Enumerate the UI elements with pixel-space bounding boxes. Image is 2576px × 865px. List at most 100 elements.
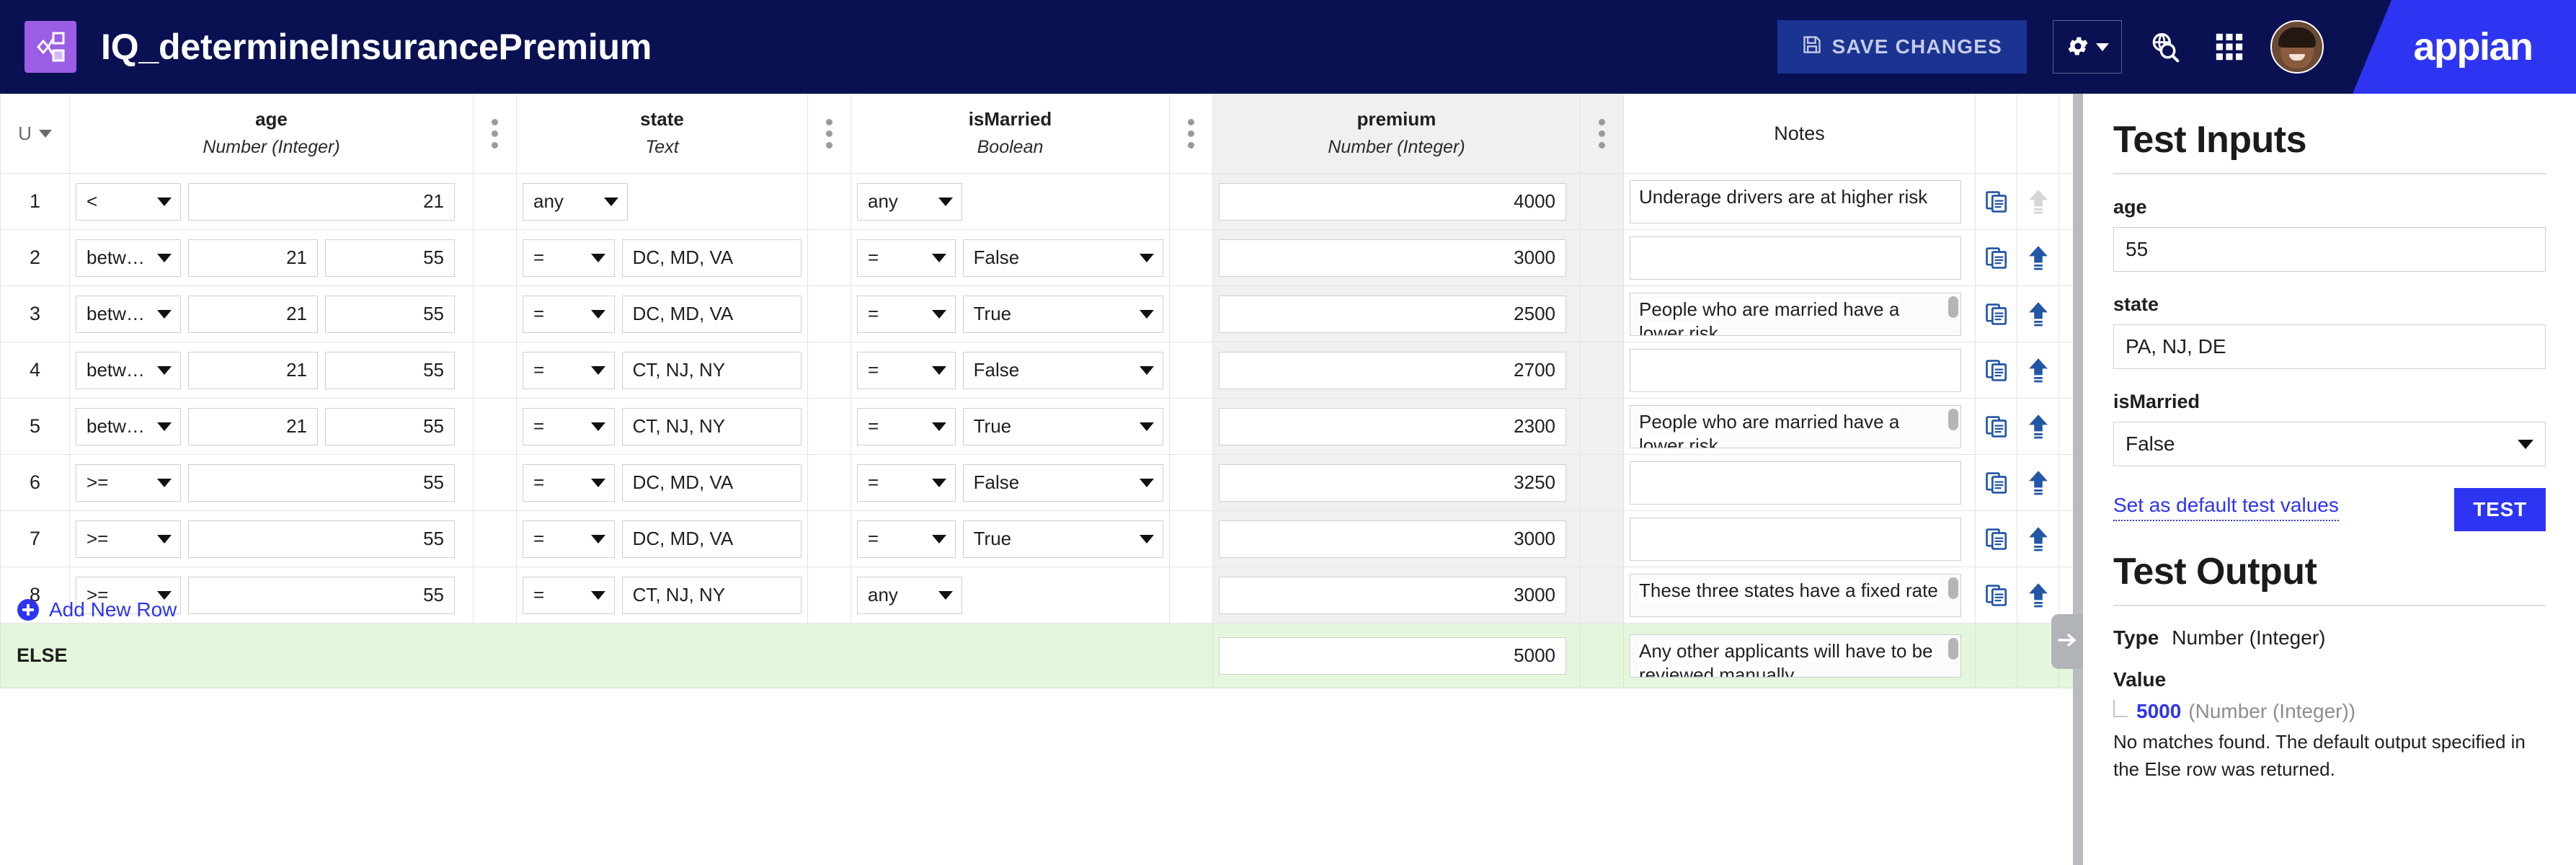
save-changes-button[interactable]: SAVE CHANGES bbox=[1777, 20, 2027, 74]
ismarried-value-select[interactable]: True bbox=[962, 407, 1163, 445]
state-operator-select[interactable]: = bbox=[523, 295, 615, 333]
ismarried-value-select[interactable]: True bbox=[962, 520, 1163, 558]
notes-textarea-else[interactable]: Any other applicants will have to be rev… bbox=[1630, 634, 1961, 678]
ismarried-operator-select[interactable]: = bbox=[857, 520, 956, 558]
age-value-min[interactable]: 21 bbox=[188, 407, 318, 445]
state-value[interactable]: DC, MD, VA bbox=[621, 295, 801, 333]
cell-move-up[interactable] bbox=[2017, 454, 2059, 511]
premium-value[interactable]: 3000 bbox=[1219, 520, 1566, 558]
notes-textarea[interactable] bbox=[1630, 236, 1961, 280]
user-avatar[interactable] bbox=[2270, 20, 2324, 74]
notes-textarea[interactable]: These three states have a fixed rate bbox=[1630, 573, 1961, 617]
age-value[interactable]: 55 bbox=[188, 463, 455, 502]
age-value-max[interactable]: 55 bbox=[325, 295, 455, 333]
row-header-menu[interactable]: U bbox=[0, 94, 70, 174]
cell-copy[interactable] bbox=[1975, 229, 2017, 286]
age-operator-select[interactable]: >= bbox=[76, 520, 181, 558]
ismarried-operator-select[interactable]: any bbox=[857, 576, 962, 614]
cell-move-up[interactable] bbox=[2017, 285, 2059, 342]
copy-row-icon[interactable] bbox=[1976, 302, 2017, 327]
premium-value[interactable]: 4000 bbox=[1219, 182, 1566, 221]
age-value-min[interactable]: 21 bbox=[188, 351, 318, 389]
state-value[interactable]: CT, NJ, NY bbox=[621, 407, 801, 445]
ismarried-value-select[interactable]: False bbox=[962, 463, 1163, 502]
ismarried-value-select[interactable]: True bbox=[962, 295, 1163, 333]
state-operator-select[interactable]: = bbox=[523, 576, 615, 614]
copy-row-icon[interactable] bbox=[1976, 414, 2017, 439]
age-input[interactable]: 55 bbox=[2113, 227, 2546, 272]
age-value-max[interactable]: 55 bbox=[325, 351, 455, 389]
cell-copy[interactable] bbox=[1975, 173, 2017, 230]
column-menu-age[interactable] bbox=[473, 94, 517, 174]
cell-copy[interactable] bbox=[1975, 285, 2017, 342]
cell-copy[interactable] bbox=[1975, 567, 2017, 624]
copy-row-icon[interactable] bbox=[1976, 190, 2017, 214]
copy-row-icon[interactable] bbox=[1976, 246, 2017, 270]
cell-move-up[interactable] bbox=[2017, 229, 2059, 286]
cell-copy[interactable] bbox=[1975, 454, 2017, 511]
cell-move-up[interactable] bbox=[2017, 510, 2059, 567]
cell-move-up[interactable] bbox=[2017, 398, 2059, 455]
premium-value[interactable]: 3000 bbox=[1219, 239, 1566, 277]
state-operator-select[interactable]: = bbox=[523, 407, 615, 445]
ismarried-value-select[interactable]: False bbox=[962, 239, 1163, 277]
notes-textarea[interactable] bbox=[1630, 517, 1961, 561]
add-new-row-button[interactable]: Add New Row bbox=[17, 598, 177, 621]
state-operator-select[interactable]: = bbox=[523, 520, 615, 558]
settings-menu-button[interactable] bbox=[2053, 20, 2122, 74]
state-value[interactable]: CT, NJ, NY bbox=[621, 576, 801, 614]
ismarried-operator-select[interactable]: = bbox=[857, 295, 956, 333]
arrow-up-icon[interactable] bbox=[2017, 301, 2058, 327]
premium-value[interactable]: 2300 bbox=[1219, 407, 1566, 445]
column-menu-ismarried[interactable] bbox=[1169, 94, 1213, 174]
age-operator-select[interactable]: < bbox=[76, 182, 181, 221]
copy-row-icon[interactable] bbox=[1976, 527, 2017, 551]
notes-textarea[interactable]: People who are married have a lower risk bbox=[1630, 292, 1961, 336]
age-operator-select[interactable]: betw… bbox=[76, 239, 181, 277]
age-value-min[interactable]: 21 bbox=[188, 295, 318, 333]
arrow-up-icon[interactable] bbox=[2017, 526, 2058, 552]
test-button[interactable]: TEST bbox=[2454, 488, 2546, 531]
premium-value[interactable]: 2700 bbox=[1219, 351, 1566, 389]
collapse-panel-button[interactable] bbox=[2051, 614, 2084, 669]
state-input[interactable]: PA, NJ, DE bbox=[2113, 324, 2546, 369]
arrow-up-icon[interactable] bbox=[2017, 582, 2058, 608]
ismarried-operator-select[interactable]: = bbox=[857, 407, 956, 445]
column-menu-state[interactable] bbox=[807, 94, 851, 174]
cell-copy[interactable] bbox=[1975, 398, 2017, 455]
premium-value[interactable]: 2500 bbox=[1219, 295, 1566, 333]
notes-textarea[interactable]: Underage drivers are at higher risk bbox=[1630, 179, 1961, 223]
ismarried-value-select[interactable]: False bbox=[962, 351, 1163, 389]
arrow-up-icon[interactable] bbox=[2017, 414, 2058, 440]
cell-move-up[interactable] bbox=[2017, 567, 2059, 624]
age-value-max[interactable]: 55 bbox=[325, 407, 455, 445]
ismarried-operator-select[interactable]: = bbox=[857, 463, 956, 502]
state-operator-select[interactable]: = bbox=[523, 351, 615, 389]
cell-copy[interactable] bbox=[1975, 510, 2017, 567]
age-operator-select[interactable]: betw… bbox=[76, 351, 181, 389]
column-menu-premium[interactable] bbox=[1580, 94, 1624, 174]
age-value-max[interactable]: 55 bbox=[325, 239, 455, 277]
age-value-min[interactable]: 21 bbox=[188, 239, 318, 277]
premium-value[interactable]: 3250 bbox=[1219, 463, 1566, 502]
age-value[interactable]: 55 bbox=[188, 576, 455, 614]
age-operator-select[interactable]: >= bbox=[76, 463, 181, 502]
arrow-up-icon[interactable] bbox=[2017, 470, 2058, 496]
ismarried-operator-select[interactable]: any bbox=[857, 182, 962, 221]
age-value[interactable]: 55 bbox=[188, 520, 455, 558]
state-value[interactable]: CT, NJ, NY bbox=[621, 351, 801, 389]
notes-textarea[interactable] bbox=[1630, 348, 1961, 392]
copy-row-icon[interactable] bbox=[1976, 358, 2017, 383]
age-operator-select[interactable]: betw… bbox=[76, 407, 181, 445]
state-operator-select[interactable]: = bbox=[523, 463, 615, 502]
copy-row-icon[interactable] bbox=[1976, 471, 2017, 495]
arrow-up-icon[interactable] bbox=[2017, 358, 2058, 383]
state-value[interactable]: DC, MD, VA bbox=[621, 239, 801, 277]
cell-copy[interactable] bbox=[1975, 342, 2017, 399]
set-default-test-values-link[interactable]: Set as default test values bbox=[2113, 494, 2339, 521]
copy-row-icon[interactable] bbox=[1976, 583, 2017, 608]
ismarried-operator-select[interactable]: = bbox=[857, 239, 956, 277]
app-grid-icon[interactable] bbox=[2207, 25, 2252, 69]
cell-move-up[interactable] bbox=[2017, 342, 2059, 399]
state-operator-select[interactable]: = bbox=[523, 239, 615, 277]
